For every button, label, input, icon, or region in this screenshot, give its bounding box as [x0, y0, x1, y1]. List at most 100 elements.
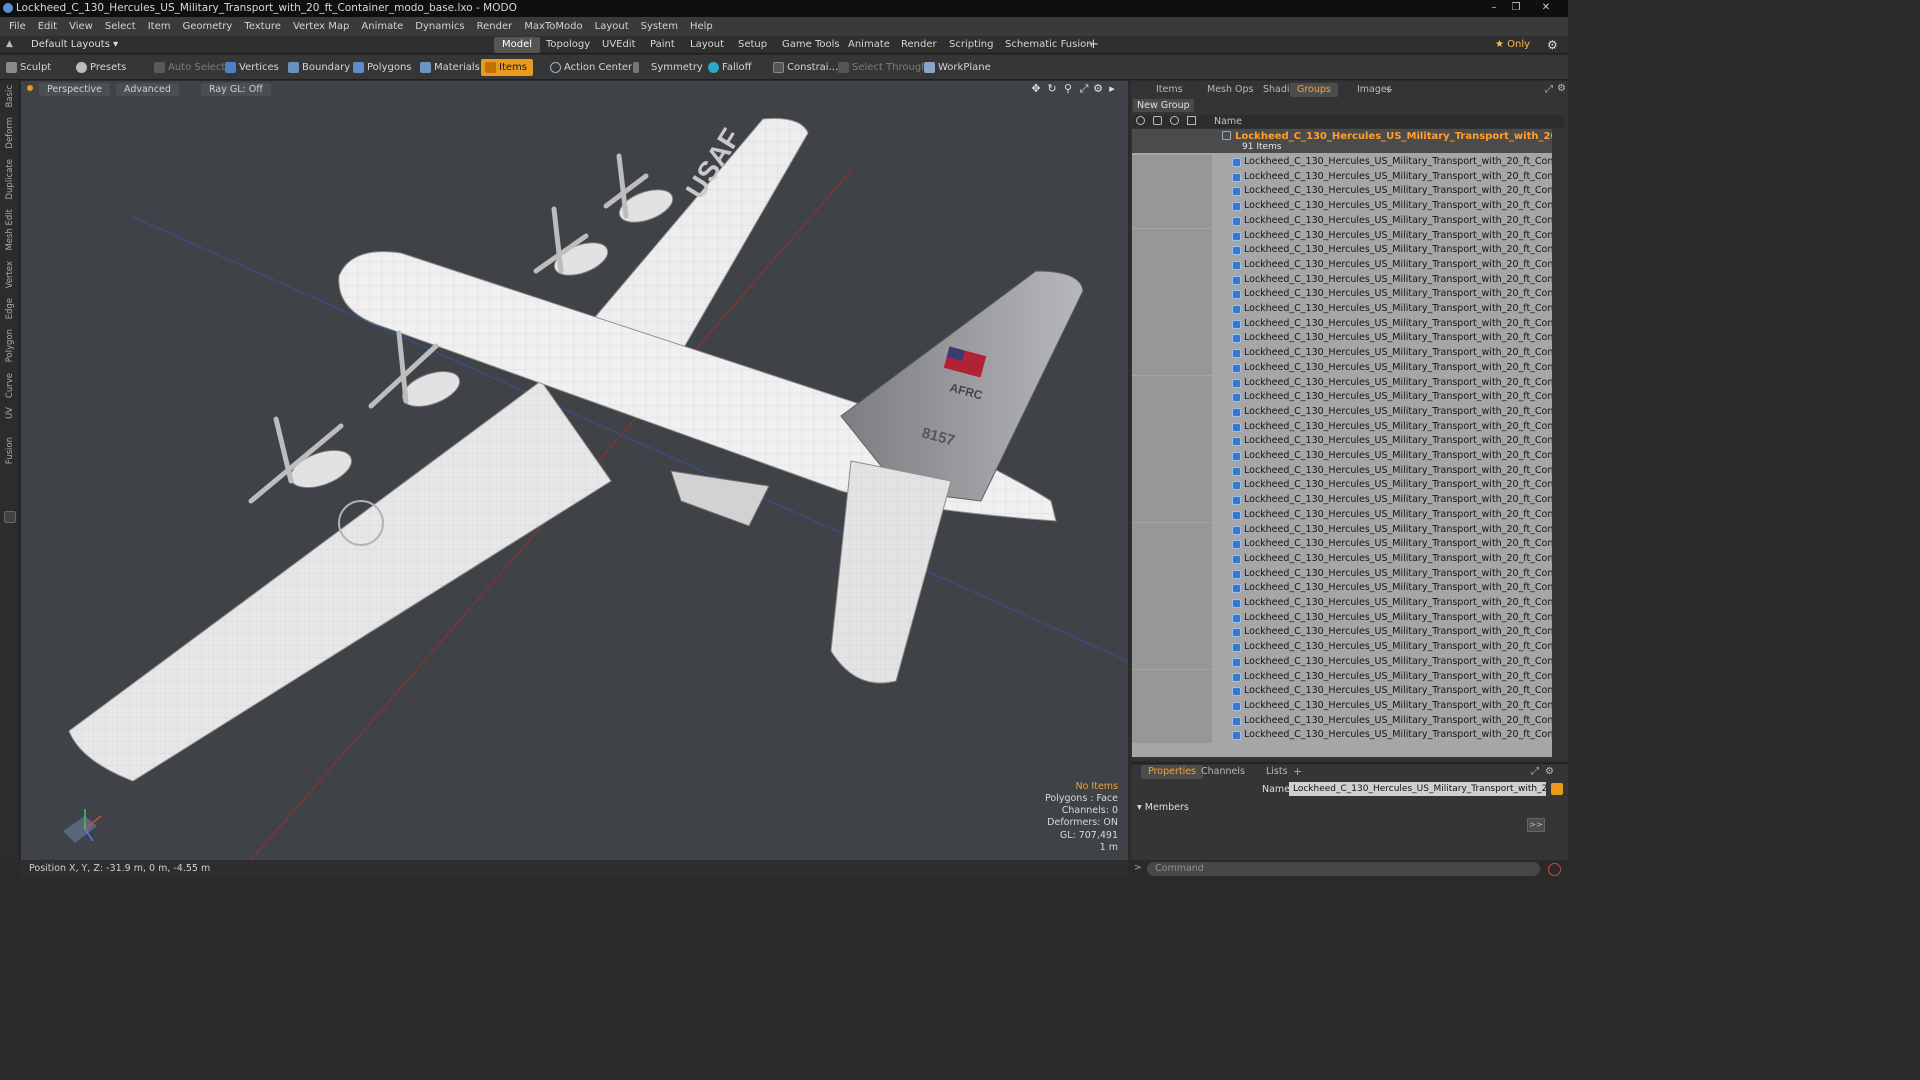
row-visibility-cells[interactable] [1132, 581, 1212, 596]
expand-props-icon[interactable]: ⤢ [1531, 766, 1539, 777]
pan-icon[interactable]: ✥ [1030, 83, 1042, 95]
list-item[interactable]: Lockheed_C_130_Hercules_US_Military_Tran… [1132, 713, 1552, 729]
symmetry-button[interactable]: Symmetry [629, 59, 709, 76]
row-visibility-cells[interactable] [1132, 257, 1212, 273]
tab-mesh-edit[interactable]: Mesh Edit [3, 209, 17, 251]
row-visibility-cells[interactable] [1132, 493, 1212, 508]
menu-vertex-map[interactable]: Vertex Map [287, 17, 355, 36]
tab-uvedit[interactable]: UVEdit [594, 37, 644, 53]
command-input[interactable]: Command [1147, 862, 1540, 876]
list-item[interactable]: Lockheed_C_130_Hercules_US_Military_Tran… [1132, 390, 1552, 405]
rotate-view-icon[interactable]: ↻ [1046, 83, 1058, 95]
add-panel-tab-icon[interactable]: + [1384, 83, 1393, 96]
layout-menu-icon[interactable]: ▲ [6, 39, 16, 49]
items-button[interactable]: Items [481, 59, 533, 76]
row-visibility-cells[interactable] [1132, 199, 1212, 214]
tab-curve[interactable]: Curve [3, 373, 17, 398]
tab-fusion[interactable]: Fusion [3, 437, 17, 464]
list-item[interactable]: Lockheed_C_130_Hercules_US_Military_Tran… [1132, 287, 1552, 302]
tab-duplicate[interactable]: Duplicate [3, 159, 17, 200]
maximize-view-icon[interactable]: ⤢ [1078, 83, 1090, 95]
list-item[interactable]: Lockheed_C_130_Hercules_US_Military_Tran… [1132, 684, 1552, 699]
list-item[interactable]: Lockheed_C_130_Hercules_US_Military_Tran… [1132, 463, 1552, 479]
list-item[interactable]: Lockheed_C_130_Hercules_US_Military_Tran… [1132, 302, 1552, 317]
vertices-button[interactable]: Vertices [221, 59, 285, 76]
zoom-icon[interactable]: ⚲ [1062, 83, 1074, 95]
select-column-icon[interactable] [1187, 116, 1196, 125]
list-item[interactable]: Lockheed_C_130_Hercules_US_Military_Tran… [1132, 331, 1552, 347]
tab-render[interactable]: Render [893, 37, 945, 53]
row-visibility-cells[interactable] [1132, 625, 1212, 641]
menu-animate[interactable]: Animate [355, 17, 409, 36]
row-visibility-cells[interactable] [1132, 537, 1212, 552]
menu-file[interactable]: File [3, 17, 32, 36]
row-visibility-cells[interactable] [1132, 551, 1212, 567]
workplane-button[interactable]: WorkPlane [920, 59, 997, 76]
tab-polygon[interactable]: Polygon [3, 329, 17, 362]
close-button[interactable]: ✕ [1536, 1, 1556, 15]
add-props-tab-icon[interactable]: + [1293, 765, 1302, 778]
list-item[interactable]: Lockheed_C_130_Hercules_US_Military_Tran… [1132, 228, 1552, 244]
raygl-toggle[interactable]: Ray GL: Off [201, 83, 271, 96]
tab-model[interactable]: Model [494, 37, 541, 53]
members-section[interactable]: ▾ Members [1137, 802, 1189, 813]
only-toggle[interactable]: ★ Only [1487, 37, 1538, 53]
list-item[interactable]: Lockheed_C_130_Hercules_US_Military_Tran… [1132, 449, 1552, 464]
visibility-column-icon[interactable] [1136, 116, 1145, 125]
default-layouts-dropdown[interactable]: Default Layouts ▾ [31, 37, 118, 53]
constraints-button[interactable]: Constrai... [769, 59, 844, 76]
viewport-options-icon[interactable] [27, 85, 33, 91]
tab-channels[interactable]: Channels [1194, 765, 1252, 779]
tab-basic[interactable]: Basic [3, 85, 17, 108]
menu-dynamics[interactable]: Dynamics [409, 17, 470, 36]
tab-scripting[interactable]: Scripting [941, 37, 1001, 53]
falloff-button[interactable]: Falloff [704, 59, 758, 76]
list-item[interactable]: Lockheed_C_130_Hercules_US_Military_Tran… [1132, 360, 1552, 376]
name-column-header[interactable]: Name [1214, 115, 1242, 128]
row-visibility-cells[interactable] [1132, 155, 1212, 170]
list-item[interactable]: Lockheed_C_130_Hercules_US_Military_Tran… [1132, 596, 1552, 611]
row-visibility-cells[interactable] [1132, 478, 1212, 494]
props-settings-icon[interactable]: ⚙ [1545, 766, 1554, 777]
list-item[interactable]: Lockheed_C_130_Hercules_US_Military_Tran… [1132, 375, 1552, 391]
list-item[interactable]: Lockheed_C_130_Hercules_US_Military_Tran… [1132, 654, 1552, 670]
row-visibility-cells[interactable] [1132, 184, 1212, 200]
tab-mesh-ops[interactable]: Mesh Ops [1200, 83, 1261, 97]
list-item[interactable]: Lockheed_C_130_Hercules_US_Military_Tran… [1132, 419, 1552, 435]
list-item[interactable]: Lockheed_C_130_Hercules_US_Military_Tran… [1132, 316, 1552, 332]
list-item[interactable]: Lockheed_C_130_Hercules_US_Military_Tran… [1132, 213, 1552, 229]
row-visibility-cells[interactable] [1132, 669, 1212, 685]
minimize-button[interactable]: – [1484, 1, 1504, 15]
tab-uv[interactable]: UV [3, 407, 17, 419]
add-tab-button[interactable]: + [1084, 37, 1103, 53]
row-visibility-cells[interactable] [1132, 434, 1212, 449]
shading-mode-dropdown[interactable]: Advanced [116, 83, 179, 96]
row-visibility-cells[interactable] [1132, 419, 1212, 435]
list-item[interactable]: Lockheed_C_130_Hercules_US_Military_Tran… [1132, 272, 1552, 288]
row-visibility-cells[interactable] [1132, 684, 1212, 699]
menu-layout[interactable]: Layout [589, 17, 635, 36]
row-visibility-cells[interactable] [1132, 375, 1212, 391]
row-visibility-cells[interactable] [1132, 654, 1212, 670]
row-visibility-cells[interactable] [1132, 596, 1212, 611]
tab-topology[interactable]: Topology [538, 37, 598, 53]
list-item[interactable]: Lockheed_C_130_Hercules_US_Military_Tran… [1132, 184, 1552, 200]
viewport-menu-arrow-icon[interactable]: ▸ [1106, 83, 1118, 95]
menu-system[interactable]: System [635, 17, 684, 36]
materials-button[interactable]: Materials [416, 59, 486, 76]
menu-render[interactable]: Render [471, 17, 519, 36]
list-item[interactable]: Lockheed_C_130_Hercules_US_Military_Tran… [1132, 669, 1552, 685]
menu-texture[interactable]: Texture [238, 17, 287, 36]
row-visibility-cells[interactable] [1132, 507, 1212, 523]
menu-maxtomodo[interactable]: MaxToModo [518, 17, 588, 36]
list-item[interactable]: Lockheed_C_130_Hercules_US_Military_Tran… [1132, 155, 1552, 170]
list-item[interactable]: Lockheed_C_130_Hercules_US_Military_Tran… [1132, 493, 1552, 508]
name-color-swatch[interactable] [1551, 783, 1563, 795]
list-item[interactable]: Lockheed_C_130_Hercules_US_Military_Tran… [1132, 169, 1552, 185]
row-visibility-cells[interactable] [1132, 390, 1212, 405]
view-mode-dropdown[interactable]: Perspective [39, 83, 111, 96]
row-visibility-cells[interactable] [1132, 169, 1212, 185]
list-item[interactable]: Lockheed_C_130_Hercules_US_Military_Tran… [1132, 698, 1552, 714]
menu-view[interactable]: View [63, 17, 99, 36]
list-item[interactable]: Lockheed_C_130_Hercules_US_Military_Tran… [1132, 404, 1552, 420]
